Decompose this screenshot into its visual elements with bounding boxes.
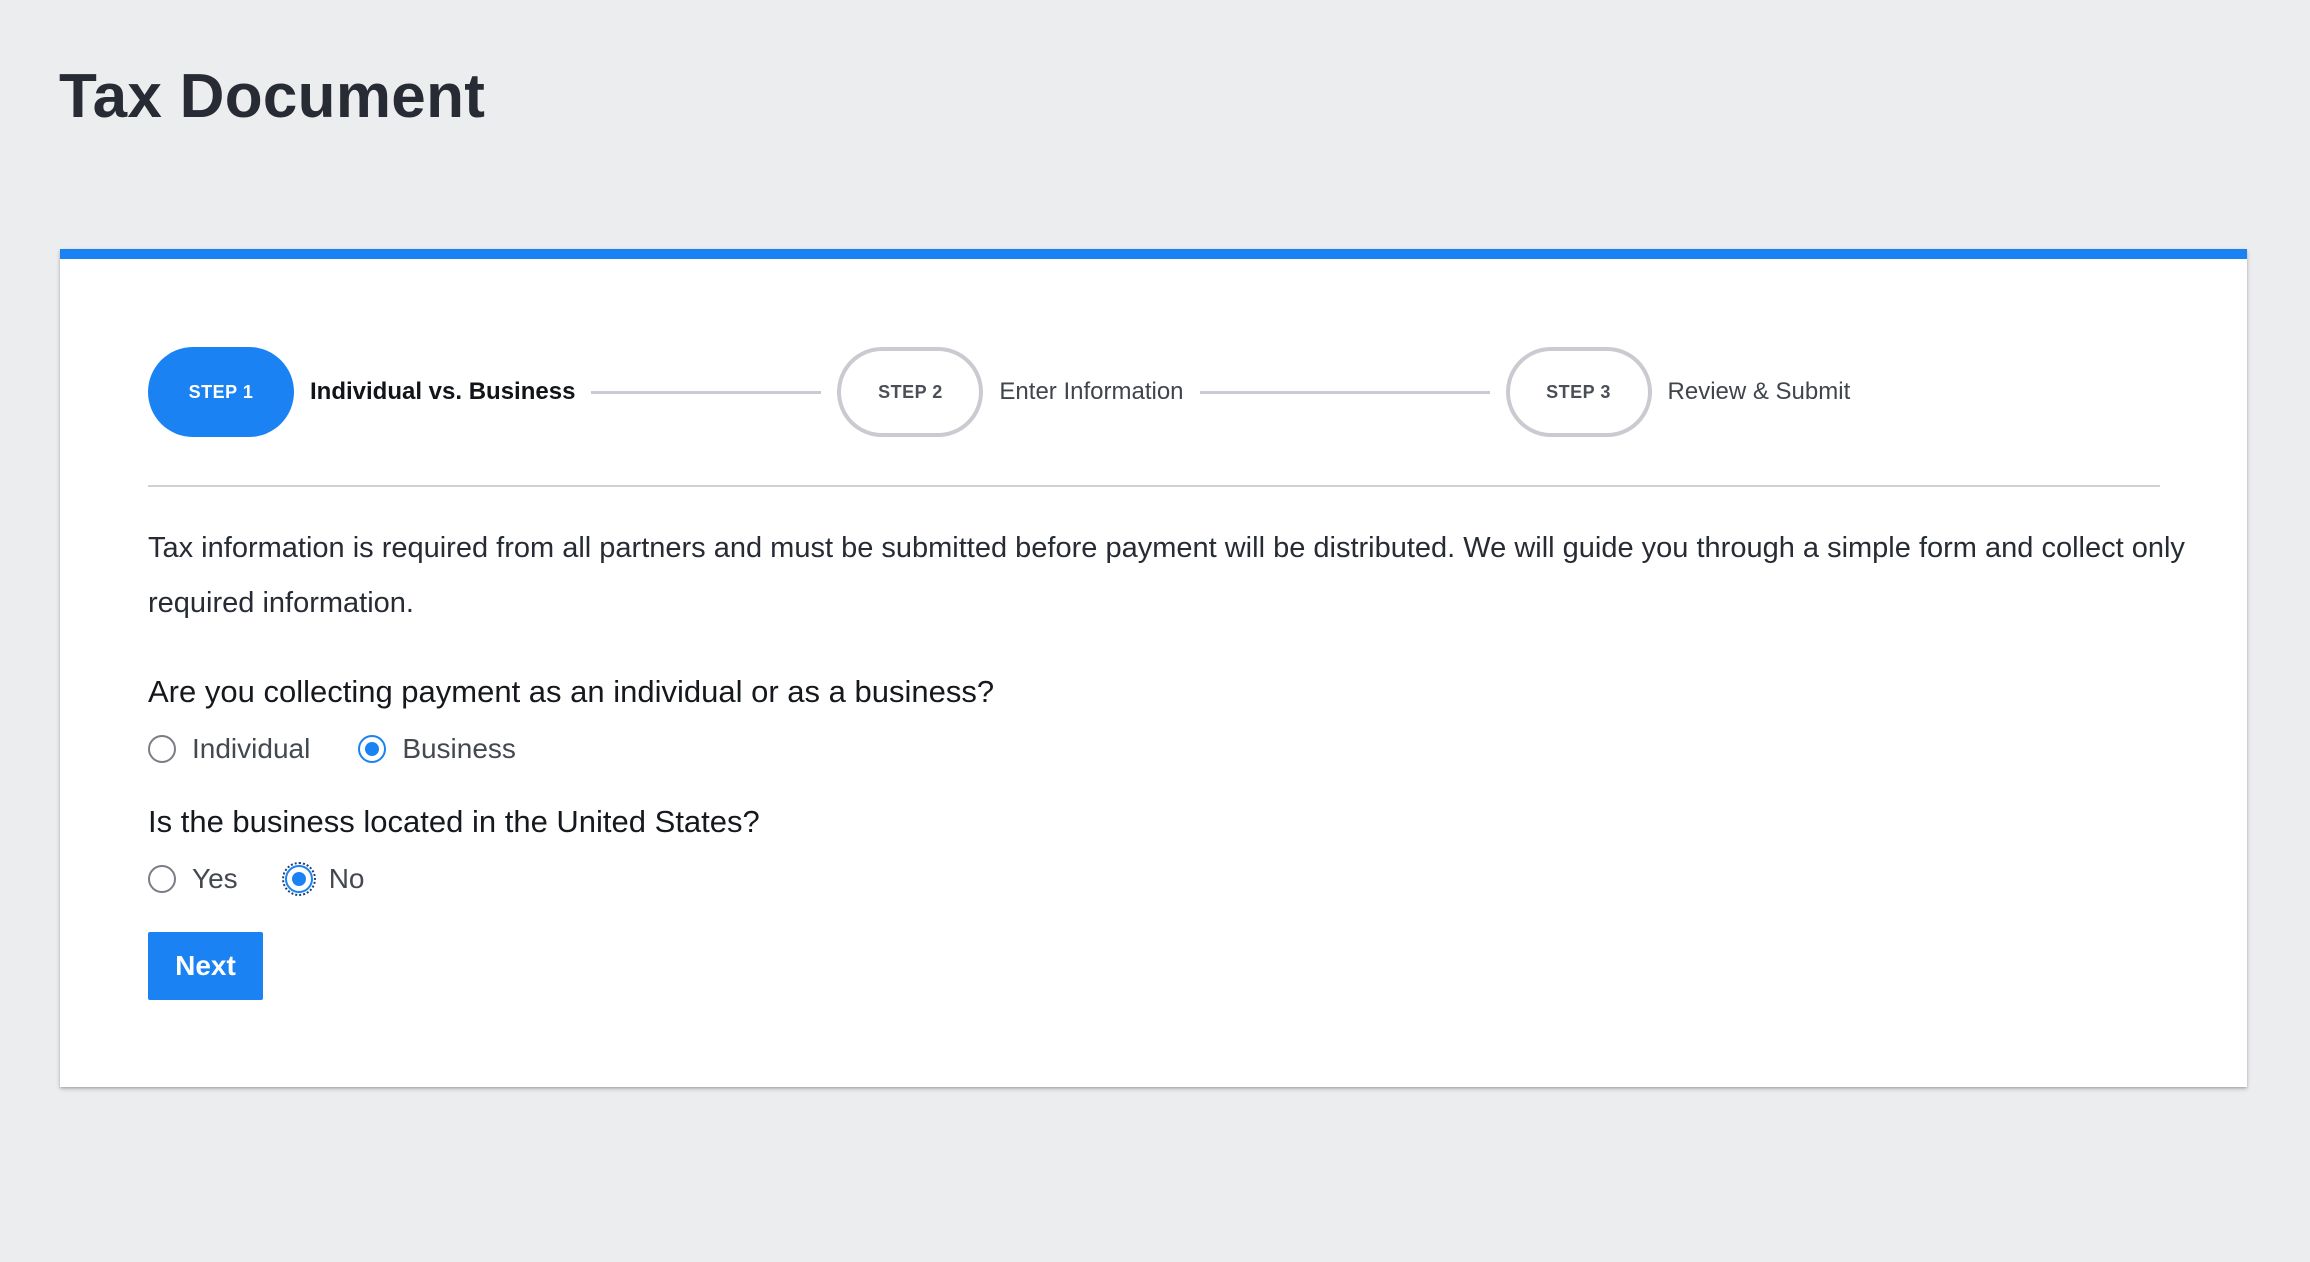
radio-option-no[interactable]: No	[281, 862, 365, 896]
step-3-badge: STEP 3	[1505, 347, 1652, 437]
radio-option-individual[interactable]: Individual	[148, 733, 310, 765]
radio-label-yes[interactable]: Yes	[192, 863, 238, 895]
radio-label-no[interactable]: No	[329, 863, 365, 895]
next-button[interactable]: Next	[148, 932, 263, 1000]
page-title: Tax Document	[59, 62, 486, 131]
step-2-badge: STEP 2	[837, 347, 984, 437]
step-2-label: Enter Information	[999, 378, 1184, 405]
radio-checked-icon[interactable]	[358, 735, 387, 763]
step-3-label: Review & Submit	[1667, 378, 1851, 405]
radio-unchecked-icon[interactable]	[148, 865, 176, 893]
tax-form-card: STEP 1 Individual vs. Business STEP 2 En…	[60, 249, 2247, 1087]
question-located-in-us: Is the business located in the United St…	[148, 804, 760, 839]
radio-unchecked-icon[interactable]	[148, 735, 176, 763]
step-1-badge: STEP 1	[148, 347, 294, 437]
stepper-divider	[148, 485, 2160, 487]
intro-text: Tax information is required from all par…	[148, 532, 2185, 619]
radio-label-individual[interactable]: Individual	[192, 733, 310, 765]
step-1-label: Individual vs. Business	[310, 378, 576, 405]
step-connector-2	[1199, 390, 1490, 394]
question-individual-or-business: Are you collecting payment as an individ…	[148, 674, 995, 709]
radio-label-business[interactable]: Business	[402, 733, 516, 765]
radio-checked-icon[interactable]	[281, 862, 316, 896]
stepper: STEP 1 Individual vs. Business STEP 2 En…	[148, 347, 1850, 437]
radio-option-yes[interactable]: Yes	[148, 863, 238, 895]
step-connector-1	[591, 390, 822, 394]
radio-option-business[interactable]: Business	[358, 733, 516, 765]
radio-group-entity-type: Individual Business	[148, 729, 516, 769]
radio-group-us-location: Yes No	[148, 859, 364, 899]
